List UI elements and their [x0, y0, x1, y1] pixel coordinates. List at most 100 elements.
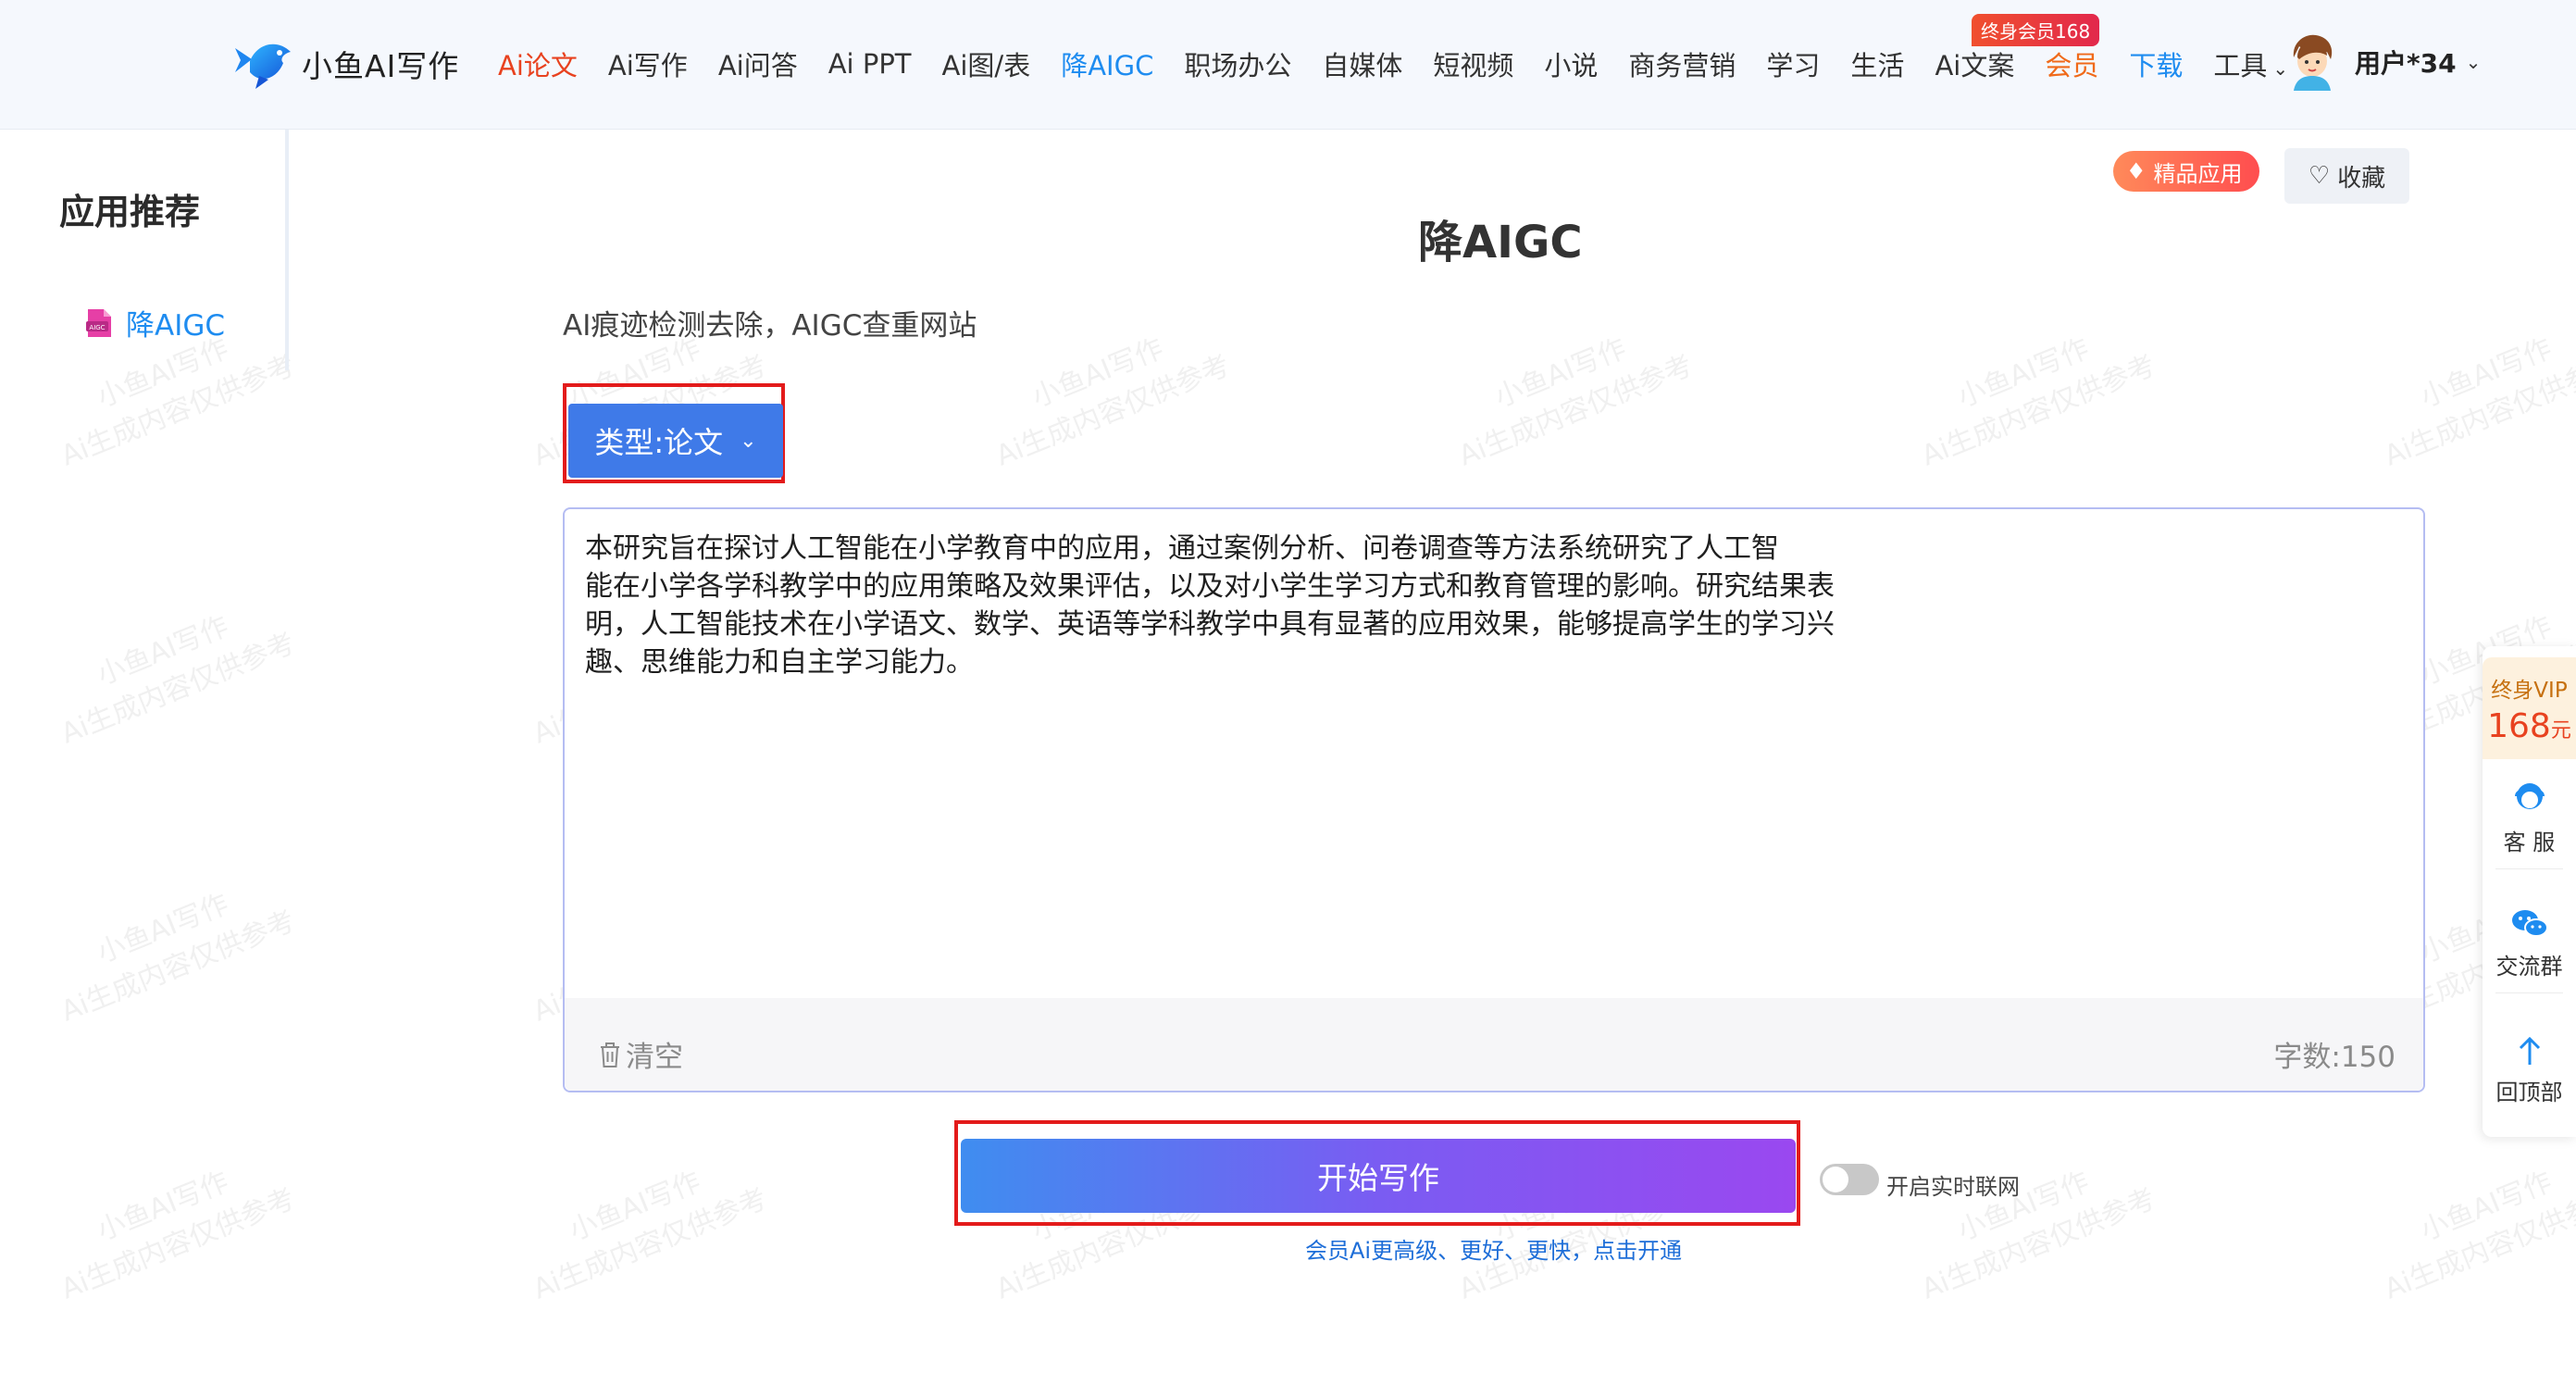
nav-item-label: 降AIGC [1061, 50, 1154, 81]
watermark: 小鱼AI写作Ai生成内容仅供参考 [40, 586, 301, 755]
watermark-line1: 小鱼AI写作 [2416, 331, 2557, 415]
customer-service-icon [2514, 783, 2545, 809]
watermark-line2: Ai生成内容仅供参考 [529, 1182, 772, 1306]
chevron-down-icon: ⌄ [740, 429, 757, 453]
chat-group-button[interactable]: 交流群 [2483, 905, 2576, 980]
site-logo[interactable]: 小鱼AI写作 [231, 35, 459, 93]
nav-item-8[interactable]: 短视频 [1433, 44, 1513, 83]
nav-item-5[interactable]: 降AIGC [1061, 44, 1153, 83]
nav-item-14[interactable]: 会员 [2045, 44, 2098, 83]
watermark-line2: Ai生成内容仅供参考 [2380, 1182, 2576, 1306]
nav-item-label: 会员 [2045, 50, 2099, 81]
nav-item-label: Ai文案 [1935, 50, 2015, 81]
user-avatar-icon [2293, 34, 2333, 91]
nav-item-10[interactable]: 商务营销 [1628, 44, 1736, 83]
watermark: 小鱼AI写作Ai生成内容仅供参考 [512, 1142, 773, 1310]
word-count: 字数:150 [2273, 1041, 2396, 1074]
watermark-line2: Ai生成内容仅供参考 [2380, 349, 2576, 473]
svg-text:AIGC: AIGC [89, 324, 105, 331]
sidebar-title: 应用推荐 [59, 192, 201, 232]
nav-item-7[interactable]: 自媒体 [1322, 44, 1402, 83]
watermark-line2: Ai生成内容仅供参考 [1917, 349, 2160, 473]
nav-item-6[interactable]: 职场办公 [1184, 44, 1291, 83]
watermark-line1: 小鱼AI写作 [93, 1165, 233, 1248]
main-nav: Ai论文 Ai写作 Ai问答 Ai PPT Ai图/表 降AIGC 职场办公 自媒体 短视频 小说… [498, 44, 2319, 83]
wechat-icon [2511, 910, 2548, 937]
customer-service-label: 客 服 [2503, 830, 2556, 855]
vip-price-unit: 元 [2550, 719, 2571, 743]
clear-button[interactable]: 清空 [598, 1033, 683, 1075]
nav-item-label: 职场办公 [1184, 50, 1292, 81]
back-to-top-button[interactable]: 回顶部 [2483, 1035, 2576, 1106]
type-select-button[interactable]: 类型:论文 ⌄ [568, 404, 783, 478]
nav-item-label: 短视频 [1433, 50, 1514, 81]
watermark-line1: 小鱼AI写作 [93, 887, 233, 970]
trash-icon [601, 1042, 619, 1067]
editor-footer: 清空 字数:150 [565, 998, 2423, 1091]
heart-icon: ♡ [2308, 162, 2331, 190]
user-name: 用户*34 [2355, 48, 2457, 79]
watermark: 小鱼AI写作Ai生成内容仅供参考 [1900, 1142, 2161, 1310]
watermark-line1: 小鱼AI写作 [2416, 1165, 2557, 1248]
nav-item-9[interactable]: 小说 [1544, 44, 1598, 83]
diamond-icon: ♦ [2126, 158, 2147, 184]
nav-item-3[interactable]: Ai PPT [828, 48, 912, 80]
realtime-web-label: 开启实时联网 [1886, 1174, 2020, 1200]
realtime-web-toggle[interactable] [1820, 1164, 1879, 1195]
page-title: 降AIGC [1418, 217, 1583, 268]
lifetime-vip-promo[interactable]: 终身VIP 168元 [2483, 657, 2576, 759]
watermark-line2: Ai生成内容仅供参考 [991, 349, 1235, 473]
customer-service-button[interactable]: 客 服 [2483, 778, 2576, 856]
lifetime-vip-tag[interactable]: 终身会员168 [1972, 14, 2100, 46]
watermark-line2: Ai生成内容仅供参考 [56, 627, 300, 751]
start-writing-button[interactable]: 开始写作 [961, 1139, 1796, 1213]
text-editor[interactable]: 本研究旨在探讨人工智能在小学教育中的应用，通过案例分析、问卷调查等方法系统研究了… [563, 507, 2425, 1092]
app-recommend-sidebar: 应用推荐 AIGC 降AIGC [0, 130, 289, 370]
nav-item-11[interactable]: 学习 [1766, 44, 1820, 83]
divider [2495, 868, 2563, 869]
type-select-label: 类型:论文 [594, 425, 724, 460]
clear-label: 清空 [626, 1041, 683, 1074]
nav-item-12[interactable]: 生活 [1850, 44, 1904, 83]
nav-item-1[interactable]: Ai写作 [608, 44, 688, 83]
nav-item-13[interactable]: Ai文案 [1935, 44, 2014, 83]
vip-promo-price: 168元 [2483, 707, 2576, 745]
watermark: 小鱼AI写作Ai生成内容仅供参考 [40, 864, 301, 1032]
vip-price-value: 168 [2487, 707, 2551, 745]
start-writing-label: 开始写作 [1317, 1160, 1439, 1196]
nav-item-label: 学习 [1766, 50, 1821, 81]
nav-item-label: 自媒体 [1322, 50, 1403, 81]
editor-textarea[interactable]: 本研究旨在探讨人工智能在小学教育中的应用，通过案例分析、问卷调查等方法系统研究了… [585, 530, 1918, 681]
user-menu[interactable]: 用户*34 ⌄ [2286, 33, 2481, 91]
watermark: 小鱼AI写作Ai生成内容仅供参考 [2363, 1142, 2576, 1310]
watermark: 小鱼AI写作Ai生成内容仅供参考 [2363, 308, 2576, 477]
nav-item-label: 工具 [2213, 50, 2268, 81]
watermark: 小鱼AI写作Ai生成内容仅供参考 [40, 1142, 301, 1310]
premium-app-badge: ♦ 精品应用 [2113, 151, 2259, 192]
watermark-line1: 小鱼AI写作 [565, 1165, 705, 1248]
arrow-up-icon [2519, 1036, 2540, 1065]
back-to-top-label: 回顶部 [2495, 1080, 2563, 1105]
nav-item-16[interactable]: 工具 ⌄ [2213, 44, 2288, 83]
watermark-line2: Ai生成内容仅供参考 [56, 905, 300, 1029]
nav-item-label: Ai问答 [717, 50, 798, 81]
top-header: 小鱼AI写作 Ai论文 Ai写作 Ai问答 Ai PPT Ai图/表 降AIGC 职场办公自… [0, 0, 2576, 130]
watermark-line1: 小鱼AI写作 [1953, 331, 2094, 415]
nav-item-label: Ai PPT [828, 48, 912, 80]
nav-item-label: 小说 [1544, 50, 1599, 81]
watermark-line1: 小鱼AI写作 [1953, 1165, 2094, 1248]
favorite-button[interactable]: ♡ 收藏 [2284, 148, 2409, 204]
member-upgrade-link[interactable]: 会员Ai更高级、更好、更快，点击开通 [1305, 1232, 1682, 1265]
nav-item-4[interactable]: Ai图/表 [942, 44, 1031, 83]
nav-item-0[interactable]: Ai论文 [498, 44, 578, 83]
watermark-line2: Ai生成内容仅供参考 [1454, 349, 1698, 473]
watermark-line1: 小鱼AI写作 [1490, 331, 1631, 415]
aigc-file-icon: AIGC [86, 308, 111, 337]
right-float-panel: 终身VIP 168元 客 服 交流群 回顶部 [2483, 646, 2576, 1137]
premium-badge-label: 精品应用 [2153, 160, 2243, 187]
sidebar-item-aigc[interactable]: AIGC 降AIGC [83, 302, 225, 343]
nav-item-2[interactable]: Ai问答 [718, 44, 798, 83]
vip-promo-label: 终身VIP [2491, 679, 2568, 703]
nav-item-15[interactable]: 下载 [2129, 44, 2183, 83]
sidebar-item-label: 降AIGC [126, 309, 226, 343]
